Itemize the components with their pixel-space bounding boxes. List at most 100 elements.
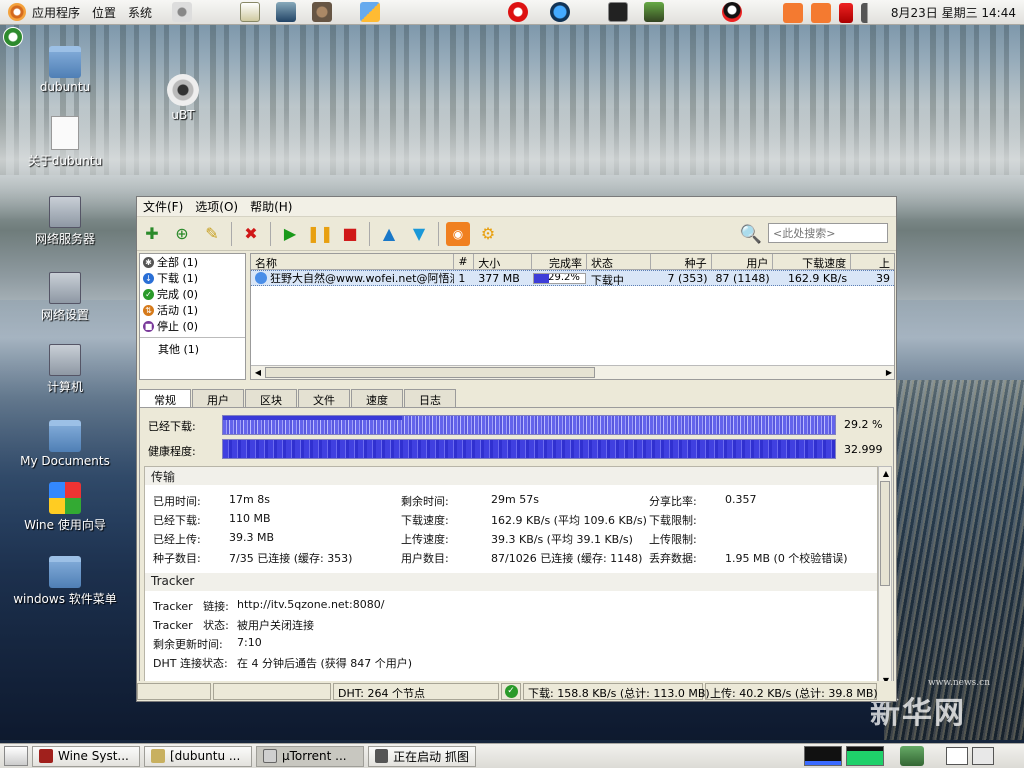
volume-icon[interactable] — [860, 2, 877, 23]
scroll-right-icon[interactable]: ▶ — [882, 366, 894, 379]
torrent-name: 狂野大自然@www.wofei.net@阿悟浪子 — [251, 271, 454, 285]
status-dht[interactable]: DHT: 264 个节点 — [333, 682, 499, 700]
desktop-icon-label: My Documents — [20, 454, 110, 468]
column-up-speed[interactable]: 上 — [851, 254, 894, 269]
desktop-icon-about[interactable]: 关于dubuntu — [10, 116, 120, 169]
desktop-icon-computer[interactable]: 计算机 — [10, 344, 120, 395]
panel-clock[interactable]: 8月23日 星期三 14:44 — [891, 4, 1016, 21]
toolbar-separator — [231, 221, 232, 246]
tab-logger[interactable]: 日志 — [404, 389, 456, 408]
workspace-1[interactable] — [946, 747, 968, 765]
desktop-icon-wine-wizard[interactable]: Wine 使用向导 — [10, 482, 120, 533]
column-name[interactable]: 名称 — [251, 254, 455, 269]
column-done[interactable]: 完成率 — [532, 254, 587, 269]
mplayer-icon[interactable] — [276, 2, 297, 22]
tab-peers[interactable]: 用户 — [192, 389, 244, 408]
menu-system[interactable]: 系统 — [128, 4, 152, 21]
rss-button[interactable]: ◉ — [446, 221, 470, 246]
trash-icon[interactable] — [900, 746, 924, 766]
workspace-2[interactable] — [972, 747, 994, 765]
column-size[interactable]: 大小 — [474, 254, 533, 269]
remove-button[interactable]: ✖ — [239, 222, 263, 246]
red-flag-icon[interactable] — [838, 2, 853, 23]
desktop-icon-network-server[interactable]: 网络服务器 — [10, 196, 120, 247]
category-label: 其他 (1) — [158, 343, 200, 356]
ubuntu-logo-icon[interactable] — [8, 3, 26, 21]
category-downloading[interactable]: ↓ 下载 (1) — [140, 270, 245, 286]
status-upload[interactable]: 上传: 40.2 KB/s (总计: 39.8 MB) — [705, 682, 878, 700]
scrollbar-thumb[interactable] — [265, 367, 595, 378]
scroll-left-icon[interactable]: ◀ — [251, 366, 265, 379]
horizontal-scrollbar[interactable]: ◀ ▶ — [251, 365, 894, 379]
utorrent-tray-icon[interactable] — [3, 27, 23, 47]
create-torrent-button[interactable]: ✎ — [200, 222, 224, 246]
menu-applications[interactable]: 应用程序 — [32, 4, 80, 21]
pause-button[interactable]: ❚❚ — [307, 222, 334, 246]
menu-help[interactable]: 帮助(H) — [250, 198, 292, 215]
gimp-icon[interactable] — [312, 2, 333, 22]
opera-icon[interactable] — [508, 2, 529, 22]
task-dubuntu[interactable]: [dubuntu ... — [144, 745, 252, 767]
task-utorrent[interactable]: µTorrent ... — [256, 745, 364, 767]
column-peers[interactable]: 用户 — [712, 254, 774, 269]
search-input[interactable] — [768, 223, 888, 243]
move-down-button[interactable]: ▼ — [407, 222, 431, 246]
add-url-button[interactable]: ⊕ — [170, 222, 194, 246]
cpu-monitor[interactable] — [804, 746, 842, 766]
search-icon[interactable]: 🔍 — [738, 221, 764, 247]
torrent-progress-text: 29.2% — [548, 273, 580, 283]
category-completed[interactable]: ✓ 完成 (0) — [140, 286, 245, 302]
desktop-icon-network-settings[interactable]: 网络设置 — [10, 272, 120, 323]
category-other[interactable]: 其他 (1) — [140, 341, 245, 357]
menu-options[interactable]: 选项(O) — [195, 198, 238, 215]
category-active[interactable]: ⇅ 活动 (1) — [140, 302, 245, 318]
qq-penguin-icon[interactable] — [722, 2, 743, 22]
column-down-speed[interactable]: 下载速度 — [773, 254, 852, 269]
text-editor-icon[interactable] — [240, 2, 261, 22]
task-screenshot[interactable]: 正在启动 抓图 — [368, 745, 476, 767]
tab-files[interactable]: 文件 — [298, 389, 350, 408]
dictionary-icon[interactable] — [644, 2, 665, 22]
input-method-icon[interactable] — [782, 2, 803, 23]
toolbar-separator — [369, 221, 370, 246]
network-ok-icon[interactable]: ✓ — [501, 682, 521, 700]
scroll-up-icon[interactable]: ▲ — [879, 467, 893, 480]
tab-speed[interactable]: 速度 — [351, 389, 403, 408]
category-all[interactable]: ✱ 全部 (1) — [140, 254, 245, 270]
folder-icon — [49, 556, 81, 588]
column-index[interactable]: # — [454, 254, 475, 269]
memory-monitor[interactable] — [846, 746, 884, 766]
stop-button[interactable]: ■ — [338, 222, 362, 246]
wasted-value: 1.95 MB (0 个校验错误) — [725, 552, 848, 565]
menu-file[interactable]: 文件(F) — [143, 198, 183, 215]
move-up-button[interactable]: ▲ — [377, 222, 401, 246]
desktop-icon-ubt[interactable]: uBT — [128, 74, 238, 122]
ratio-label: 分享比率: — [649, 495, 697, 508]
show-desktop-button[interactable] — [4, 746, 28, 766]
torrent-row[interactable]: 狂野大自然@www.wofei.net@阿悟浪子 1 377 MB 29.2% … — [251, 270, 894, 286]
gnome-foot-icon[interactable] — [172, 2, 193, 22]
desktop-icon-windows-menu[interactable]: windows 软件菜单 — [10, 556, 120, 607]
category-inactive[interactable]: ■ 停止 (0) — [140, 318, 245, 334]
tab-pieces[interactable]: 区块 — [245, 389, 297, 408]
preferences-gear-button[interactable]: ⚙ — [476, 222, 500, 246]
torrent-progress-bar: 29.2% — [533, 273, 586, 284]
desktop-icon-my-documents[interactable]: My Documents — [10, 420, 120, 468]
star-app-icon[interactable] — [810, 2, 831, 23]
network-icon[interactable] — [360, 2, 381, 22]
menu-places[interactable]: 位置 — [92, 4, 116, 21]
dht-status-value: 在 4 分钟后通告 (获得 847 个用户) — [237, 657, 413, 670]
tab-general[interactable]: 常规 — [139, 389, 191, 408]
column-status[interactable]: 状态 — [587, 254, 651, 269]
vertical-scrollbar[interactable]: ▲ ▼ — [878, 466, 892, 688]
task-wine-system[interactable]: Wine Syst... — [32, 745, 140, 767]
start-button[interactable]: ▶ — [278, 222, 302, 246]
firefox-icon[interactable] — [550, 2, 571, 22]
terminal-icon[interactable] — [608, 2, 629, 22]
desktop-icon-dubuntu[interactable]: dubuntu — [10, 46, 120, 94]
scrollbar-thumb[interactable] — [880, 481, 890, 586]
add-torrent-button[interactable]: ✚ — [140, 222, 164, 246]
column-seeds[interactable]: 种子 — [651, 254, 712, 269]
completed-icon: ✓ — [143, 288, 154, 300]
status-download[interactable]: 下载: 158.8 KB/s (总计: 113.0 MB) — [523, 682, 710, 700]
